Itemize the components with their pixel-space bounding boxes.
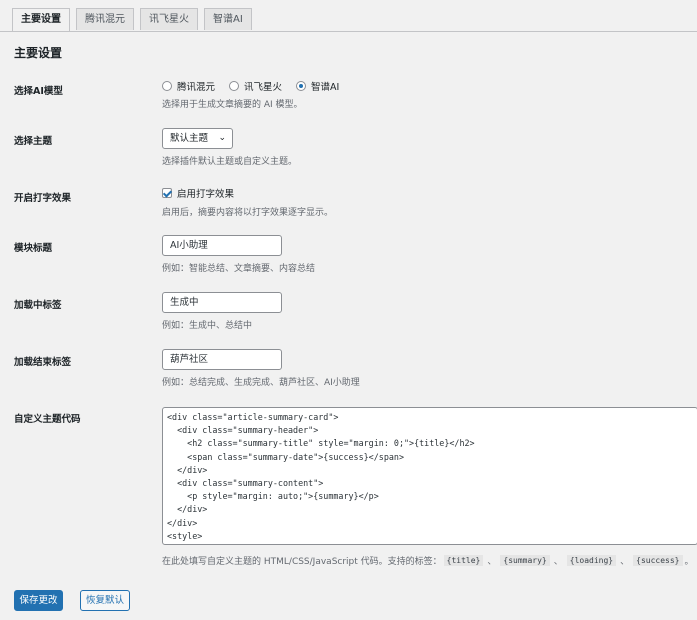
theme-select-value: 默认主题 bbox=[170, 133, 209, 144]
tag-end: 。 bbox=[684, 557, 694, 567]
custom-code-label: 自定义主题代码 bbox=[14, 414, 81, 425]
radio-label: 智谱AI bbox=[311, 82, 340, 93]
save-button[interactable]: 保存更改 bbox=[14, 590, 63, 611]
checkbox-checked-icon bbox=[162, 188, 172, 198]
done-label-description: 例如：总结完成、生成完成、葫芦社区、AI小助理 bbox=[162, 378, 360, 388]
radio-label: 讯飞星火 bbox=[244, 82, 283, 93]
module-title-input[interactable]: AI小助理 bbox=[162, 235, 282, 256]
done-label-label: 加载结束标签 bbox=[14, 357, 72, 368]
typing-label: 开启打字效果 bbox=[14, 193, 72, 204]
theme-select[interactable]: 默认主题 ⌄ bbox=[162, 128, 233, 149]
tag-summary: {summary} bbox=[500, 555, 550, 566]
reset-button[interactable]: 恢复默认 bbox=[80, 590, 130, 611]
radio-icon bbox=[162, 81, 172, 91]
tab-main-settings[interactable]: 主要设置 bbox=[12, 8, 70, 32]
module-title-description: 例如：智能总结、文章摘要、内容总结 bbox=[162, 264, 316, 274]
typing-checkbox[interactable]: 启用打字效果 bbox=[162, 186, 234, 200]
tag-title: {title} bbox=[443, 555, 484, 566]
model-description: 选择用于生成文章摘要的 AI 模型。 bbox=[162, 100, 303, 110]
tag-success: {success} bbox=[633, 555, 683, 566]
custom-code-desc-text: 在此处填写自定义主题的 HTML/CSS/JavaScript 代码。支持的标签… bbox=[162, 557, 442, 567]
tag-separator: 、 bbox=[487, 557, 497, 567]
radio-tencent-hunyuan[interactable]: 腾讯混元 bbox=[162, 79, 215, 93]
theme-description: 选择插件默认主题或自定义主题。 bbox=[162, 157, 298, 167]
loading-label-input[interactable]: 生成中 bbox=[162, 292, 282, 313]
settings-tabs: 主要设置 腾讯混元 讯飞星火 智谱AI bbox=[12, 8, 252, 32]
section-title: 主要设置 bbox=[14, 46, 63, 60]
custom-code-textarea[interactable]: <div class="article-summary-card"> <div … bbox=[162, 407, 697, 545]
tag-separator: 、 bbox=[553, 557, 563, 567]
tab-zhipu-ai[interactable]: 智谱AI bbox=[204, 8, 252, 30]
tag-loading: {loading} bbox=[566, 555, 617, 566]
model-label: 选择AI模型 bbox=[14, 86, 63, 97]
typing-checkbox-label: 启用打字效果 bbox=[177, 189, 235, 200]
tab-tencent-hunyuan[interactable]: 腾讯混元 bbox=[76, 8, 134, 30]
theme-label: 选择主题 bbox=[14, 136, 53, 147]
model-radio-group: 腾讯混元 讯飞星火 智谱AI bbox=[162, 79, 353, 93]
typing-description: 启用后，摘要内容将以打字效果逐字显示。 bbox=[162, 208, 334, 218]
module-title-label: 模块标题 bbox=[14, 243, 53, 254]
radio-label: 腾讯混元 bbox=[177, 82, 216, 93]
loading-label-label: 加载中标签 bbox=[14, 300, 62, 311]
loading-label-description: 例如：生成中、总结中 bbox=[162, 321, 253, 331]
tab-iflytek-spark[interactable]: 讯飞星火 bbox=[140, 8, 198, 30]
custom-code-description: 在此处填写自定义主题的 HTML/CSS/JavaScript 代码。支持的标签… bbox=[162, 554, 694, 567]
radio-zhipu-ai[interactable]: 智谱AI bbox=[296, 79, 339, 93]
done-label-input[interactable]: 葫芦社区 bbox=[162, 349, 282, 370]
chevron-down-icon: ⌄ bbox=[218, 133, 226, 143]
radio-icon bbox=[229, 81, 240, 91]
radio-selected-icon bbox=[296, 81, 307, 91]
tag-separator: 、 bbox=[620, 557, 630, 567]
radio-iflytek-spark[interactable]: 讯飞星火 bbox=[229, 79, 282, 93]
tab-divider bbox=[0, 31, 697, 32]
custom-code-content: <div class="article-summary-card"> <div … bbox=[167, 412, 475, 541]
